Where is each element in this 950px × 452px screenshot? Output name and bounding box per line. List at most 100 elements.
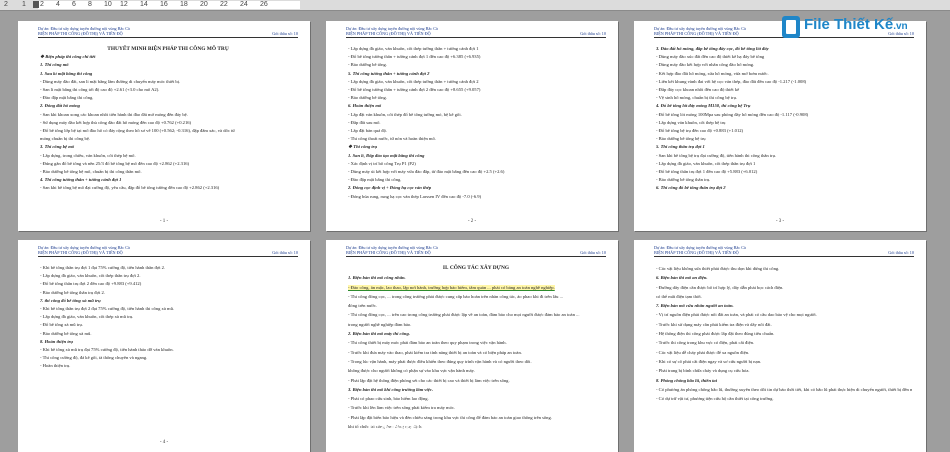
line-text: có thể mất điện tạm thời. [656,293,702,299]
text-line: - Dùng máy đào xúc đất đến cao độ thiết … [656,53,912,61]
line-text: - Bảo dưỡng bê tông bệ trụ [656,136,706,142]
section-heading: 2. Biện bản thi mô máy thi công. [348,329,604,338]
header-divider [38,37,298,38]
text-line: - Các vật liệu dễ cháy phải được để xa n… [656,348,912,357]
text-line: - Lắp dựng đà giáo, ván khuôn, cốt thép … [348,45,604,53]
page-body: - Lắp dựng đà giáo, ván khuôn, cốt thép … [348,45,604,201]
section-heading: 1. Biện bản thi mô công nhân. [348,273,604,282]
line-text: 7. Biện bản mô cứu nhân người an toàn. [656,303,734,309]
text-line: - Thi công cường độ, đá kê gối, tà thông… [40,354,296,362]
text-line: - Hệ thống điện thi công phải được lắp đ… [656,329,912,338]
line-text: - Khi bê tông thân trụ đợt 2 đạt 75% cườ… [40,306,175,312]
text-line: - Kết hợp đào đất hố móng, sửa hố móng, … [656,70,912,78]
text-line: - Lắp dựng ván khuôn, cốt thép bệ trụ [656,119,912,127]
line-text: 8. Phòng chống bão lũ, thiên tai [656,377,718,383]
filethietke-logo: File Thiết Kế.vn [782,14,932,42]
line-text: - Bảo dưỡng bê tông thân trụ đợt 2. [40,289,105,295]
header-package-number: Gói thầu số: 10 [888,250,914,255]
line-text: - Khi bê tông xà mũ trụ đạt 75% cường độ… [40,347,174,353]
line-text: - Lắp đặt ván khuôn, cốt thép đổ bê tông… [348,111,462,117]
line-text: - Kết hợp đào đất hố móng, sửa hố móng, … [656,70,769,76]
section-heading: 1. Thi công mố [40,61,296,69]
line-text: - Thi công đóng cọc, ... trên cao trong … [348,312,580,318]
line-text: - Phải lập đặt hệ thống điện phòng sét c… [348,377,510,383]
text-line: - San khi bê tông bệ trụ đạt cường độ, t… [656,152,912,160]
text-line: - Lắp đặt bản quá độ. [348,127,604,135]
line-text: - Trong lúc vận hành, máy phải được điều… [348,358,532,364]
text-line: - Vị trí nguồn điện phải được nối đất an… [656,310,912,319]
section-heading: 8. Hoàn thiện trụ [40,338,296,346]
line-text: 6. Biện bản thi mô an điện. [656,275,708,281]
document-page[interactable]: Dự án: Đầu tư xây dựng tuyến đường nội v… [18,21,310,231]
page-number: - 4 - [159,440,169,445]
line-text: - Đường dây điện cần được bố trí hợp lý,… [656,284,784,290]
line-text: - Đổ bê tông bệ trụ đến cao độ +0.883 (+… [656,128,744,134]
section-heading: 5. Thi công thân trụ đợt 1 [656,143,912,151]
line-text: trong người nghề nghiệp đảm bảo. [348,321,412,327]
line-text: - San lỉ mặt bằng thi công tới độ cao độ… [40,87,160,93]
text-line: - Dùng máy đào kết hợp với nhân công đào… [656,61,912,69]
text-line: - Trong lúc vận hành, máy phải được điều… [348,357,604,366]
section-heading: 6. Biện bản thi mô an điện. [656,273,912,282]
text-line: - Lắp dựng, trong chiều, ván khuôn, cốt … [40,152,296,160]
text-line: - Đổ bê tông thân trụ đợt 2 đến cao độ +… [40,280,296,288]
page-header: Dự án: Đầu tư xây dựng tuyến đường nội v… [346,245,606,255]
line-text: 7. thi công đổ bê tông xà mũ trụ [40,297,101,303]
ruler-number: 8 [88,1,92,8]
text-line: - Thi công đóng cọc, ... trong công trườ… [348,292,604,301]
line-text: - Khi bê tông thân trụ đợt 1 đạt 75% cườ… [40,265,166,270]
page-header: Dự án: Đầu tư xây dựng tuyến đường nội v… [654,245,914,255]
line-text: - Bảo dưỡng bê tông bệ mố, chuẩn bị thi … [40,169,142,175]
page-header: Dự án: Đầu tư xây dựng tuyến đường nội v… [38,26,298,36]
page-body: - Các vật liệu không sửa thiết phải được… [656,264,912,403]
section-heading: ❖ Thi công trụ [348,143,604,151]
line-text: 5. Thi công thân trụ đợt 1 [656,144,705,150]
line-text: - San khi bê tông bệ trụ đạt cường độ, t… [656,152,777,158]
document-page[interactable]: Dự án: Đầu tư xây dựng tuyến đường nội v… [326,21,618,231]
line-text: - Thi công thiết bị máy móc phải đảm bảo… [348,340,507,346]
text-line: - Đổ bê tông xà mũ trụ. [40,321,296,329]
text-line: - Bảo dưỡng bê tông thân trụ. [656,176,912,184]
ruler-number: 6 [72,1,76,8]
horizontal-ruler[interactable]: 2 1 2 4 6 8 10 12 14 16 18 20 22 24 26 [0,0,950,11]
line-text: - Thi công cường độ, đá kê gối, tà thông… [40,355,148,361]
section-heading: 3. Biện bản thi mô khi công trường lâm v… [348,385,604,394]
line-text: - Đúng gân đổ bê tông và nền 25/3 đổ bê … [40,160,190,166]
tab-stop-marker-icon[interactable] [33,1,39,8]
text-line: không được cho người không có phận sự và… [348,366,604,375]
line-text: - Sử dụng máy đào kết hợp thủ công đào đ… [40,119,192,125]
text-line: - Dùng máy ủi kết hợp với máy vừa đào đắ… [348,168,604,176]
text-line: - Đổ bê tông bệ trụ đến cao độ +0.883 (+… [656,127,912,135]
line-text: - Đổ bê tông lớp bệ tại mố đào hố có đáy… [40,128,235,134]
line-text: - Các vật liệu dễ cháy phải được để xa n… [656,349,750,355]
line-text: - Thi công đóng cọc, ... trong công trườ… [348,293,564,299]
line-text: - Bảo dưỡng bê tông. [348,62,387,68]
line-text: 4. Thi công tường thân + tường cánh đợt … [40,177,122,183]
text-line: - Lắp dựng đà giáo, ván khuôn, cốt thép … [40,272,296,280]
document-page[interactable]: Dự án: Đầu tư xây dựng tuyến đường nội v… [634,21,926,231]
line-text: ❖ Biện pháp thi công chi tiết [40,54,96,60]
text-line: - Lắp dựng đà giáo, ván khuôn, cốt thép … [348,78,604,86]
section-heading: 2. Đóng đất hố móng [40,102,296,110]
header-divider [346,37,606,38]
ruler-number: 2 [40,1,44,8]
line-text: 1. Biện bản thi mô công nhân. [348,275,406,281]
line-text: - Vị trí nguồn điện phải được nối đất an… [656,312,817,318]
page-header: Dự án: Đầu tư xây dựng tuyến đường nội v… [346,26,606,36]
line-text: - Trước khi sử dụng máy cần phải kiểm tr… [656,321,772,327]
page-body: - Khi bê tông thân trụ đợt 1 đạt 75% cườ… [40,264,296,371]
text-line: - Bảo dưỡng bê tông bệ mố, chuẩn bị thi … [40,168,296,176]
ruler-number: 22 [220,1,228,8]
header-document-title: BIỆN PHÁP THI CÔNG (ĐỒ THỊ) VÀ TIẾN ĐỘ [654,250,739,255]
text-line: - Vệ sinh hố móng, chuẩn bị thi công bệ … [656,94,912,102]
text-line: - Thi công thiết bị máy móc phải đảm bảo… [348,338,604,347]
text-line: - Đường dây điện cần được bố trí hợp lý,… [656,283,912,292]
text-line: - Bảo dưỡng bê tông thân trụ đợt 2. [40,289,296,297]
text-line: - Bảo dưỡng bê tông bệ trụ [656,135,912,143]
section-heading: 7. thi công đổ bê tông xà mũ trụ [40,297,296,305]
line-text: 2. Đóng đất hố móng [40,103,80,109]
line-text: - Lắp dựng đà giáo, ván khuôn, cốt thép … [40,273,141,279]
text-line: - Trước khi sử dụng máy cần phải kiểm tr… [656,320,912,329]
text-line: - Lắp dựng đà giáo, ván khuôn, cốt thép … [40,313,296,321]
text-line: - Khi bê tông thân trụ đợt 1 đạt 75% cườ… [40,264,296,272]
